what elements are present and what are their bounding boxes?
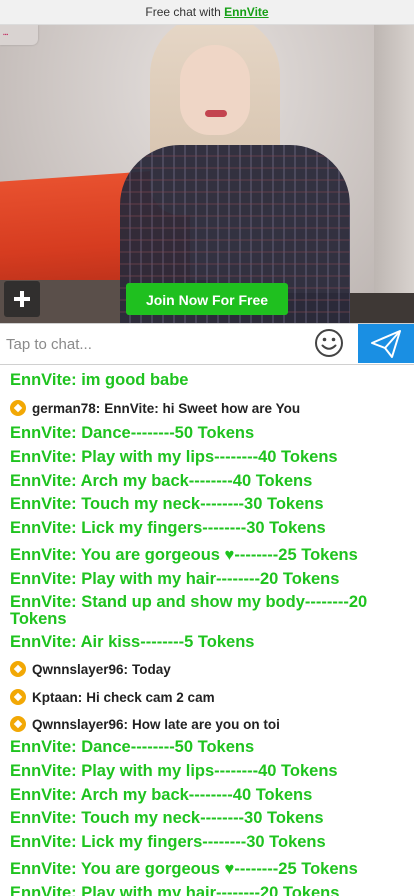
chat-bar [0,323,414,365]
chat-input[interactable] [0,324,316,364]
chat-username[interactable]: Qwnnslayer96: [32,717,128,732]
chat-message-user: Kptaan: Hi check cam 2 cam [0,685,414,709]
coin-icon [10,661,26,677]
chat-message-model: EnnVite: Arch my back--------40 Tokens [10,472,313,490]
chat-message-model: EnnVite: im good babe [10,371,189,389]
chat-message-model: EnnVite: You are gorgeous ♥--------25 To… [10,860,358,878]
chat-message-model: EnnVite: Dance--------50 Tokens [10,424,255,442]
top-banner: Free chat with EnnVite [0,0,414,25]
send-button[interactable] [358,324,414,363]
chat-message-model: EnnVite: Touch my neck--------30 Tokens [10,809,324,827]
plus-icon[interactable] [4,281,40,317]
chat-text: How late are you on toi [132,716,280,732]
video-performer-face [180,45,250,135]
brand-link[interactable]: EnnVite [224,5,268,19]
chat-message-model: EnnVite: Air kiss--------5 Tokens [10,633,255,651]
chat-message-model: EnnVite: Touch my neck--------30 Tokens [10,495,324,513]
chat-message-model: EnnVite: Stand up and show my body------… [10,593,368,628]
paper-plane-icon [371,330,401,358]
chat-message-user: Qwnnslayer96: How late are you on toi [0,712,414,736]
coin-icon [10,716,26,732]
chat-text: Hi check cam 2 cam [86,689,215,705]
chat-message-model: EnnVite: Play with my lips--------40 Tok… [10,762,338,780]
chat-message-model: EnnVite: Lick my fingers--------30 Token… [10,519,326,537]
smiley-icon[interactable] [312,326,346,360]
chat-message-user: Qwnnslayer96: Today [0,657,414,681]
chat-username[interactable]: german78: [32,401,100,416]
video-stream[interactable]: ▪▪▪ Join Now For Free [0,25,414,323]
video-curtain [374,25,414,323]
chat-message-model: EnnVite: Play with my lips--------40 Tok… [10,448,338,466]
chat-message-model: EnnVite: Play with my hair--------20 Tok… [10,884,340,896]
chat-username[interactable]: Qwnnslayer96: [32,662,128,677]
chat-username[interactable]: Kptaan: [32,690,82,705]
chat-message-model: EnnVite: Dance--------50 Tokens [10,738,255,756]
join-now-button[interactable]: Join Now For Free [126,283,288,315]
chat-log[interactable]: EnnVite: im good babe german78: EnnVite: h… [0,366,414,896]
video-performer-lips [205,110,227,117]
chat-message-user: german78: EnnVite: hi Sweet how are You [0,396,414,420]
video-watermark: ▪▪▪ [0,25,38,45]
chat-text: EnnVite: hi Sweet how are You [104,400,301,416]
coin-icon [10,400,26,416]
chat-message-model: EnnVite: Lick my fingers--------30 Token… [10,833,326,851]
chat-message-model: EnnVite: You are gorgeous ♥--------25 To… [10,546,358,564]
coin-icon [10,689,26,705]
chat-text: Today [132,661,171,677]
chat-message-model: EnnVite: Play with my hair--------20 Tok… [10,570,340,588]
banner-text: Free chat with [145,5,221,19]
chat-message-model: EnnVite: Arch my back--------40 Tokens [10,786,313,804]
